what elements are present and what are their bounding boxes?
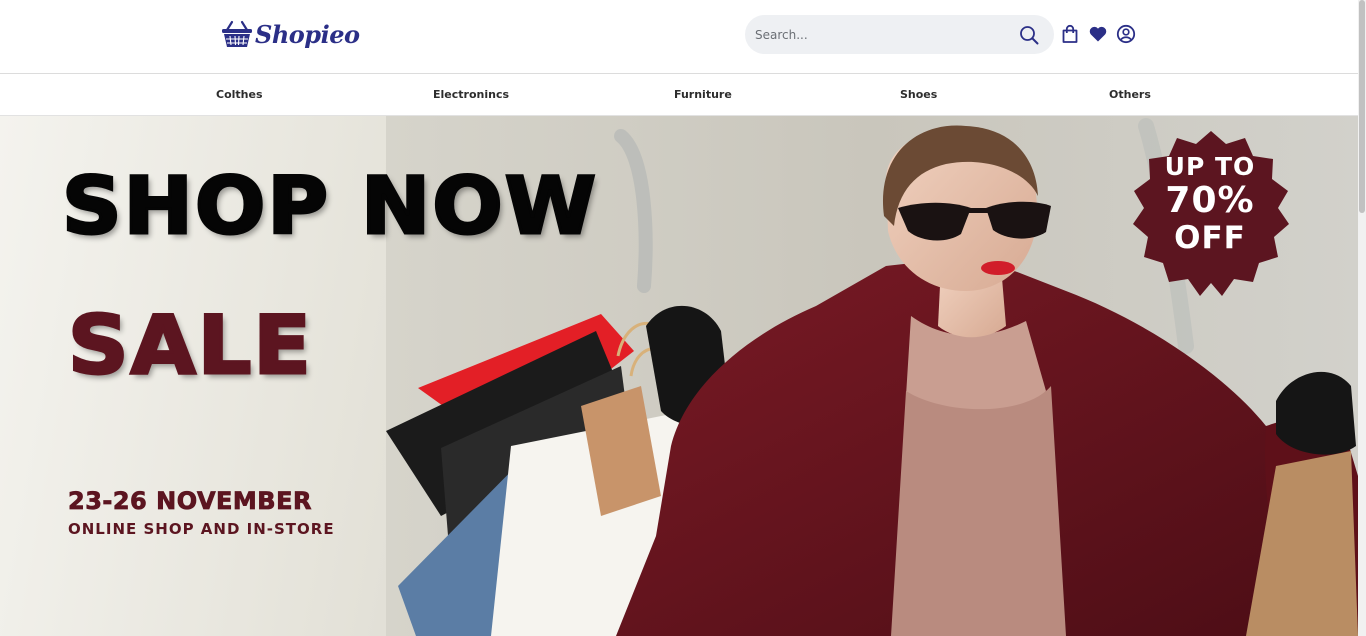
hero-banner[interactable]: SHOP NOW SALE 23-26 NOVEMBER ONLINE SHOP…	[0, 116, 1358, 636]
badge-line-3: OFF	[1174, 220, 1246, 256]
brand-logo[interactable]: Shopieo	[221, 17, 360, 51]
badge-line-2: 70%	[1165, 180, 1255, 221]
search-icon[interactable]	[1017, 23, 1041, 47]
hero-headline: SHOP NOW	[60, 162, 599, 252]
hero-subheadline: SALE	[66, 299, 313, 392]
basket-icon	[222, 20, 252, 47]
category-link-furniture[interactable]: Furniture	[674, 88, 732, 101]
user-icon[interactable]	[1115, 23, 1137, 45]
page-scrollbar-thumb[interactable]	[1359, 0, 1365, 213]
discount-badge-text: UP TO 70% OFF	[1123, 154, 1297, 254]
badge-line-1: UP TO	[1164, 152, 1256, 181]
shopping-bag-icon[interactable]	[1059, 23, 1081, 45]
search-input[interactable]	[755, 15, 1011, 54]
category-link-clothes[interactable]: Colthes	[216, 88, 263, 101]
category-nav: Colthes Electronincs Furniture Shoes Oth…	[0, 74, 1358, 116]
category-link-electronics[interactable]: Electronincs	[433, 88, 509, 101]
heart-icon[interactable]	[1087, 23, 1109, 45]
category-link-others[interactable]: Others	[1109, 88, 1151, 101]
sale-dates: 23-26 NOVEMBER	[68, 487, 312, 516]
site-header: Shopieo	[0, 0, 1358, 74]
brand-name: Shopieo	[255, 19, 360, 49]
sale-location: ONLINE SHOP AND IN-STORE	[68, 520, 335, 538]
search-bar	[745, 15, 1054, 54]
category-link-shoes[interactable]: Shoes	[900, 88, 937, 101]
